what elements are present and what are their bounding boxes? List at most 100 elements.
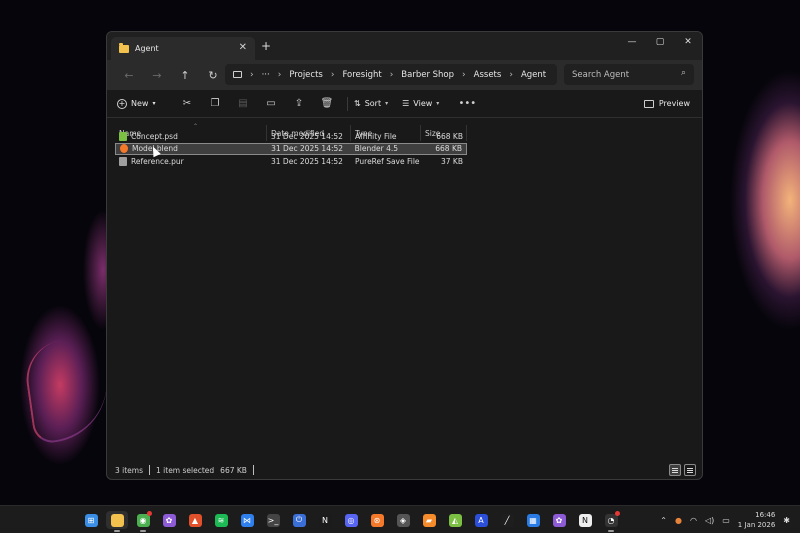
volume-icon[interactable]: ◁) [705, 516, 714, 525]
blender-glyph: ⊛ [370, 513, 384, 527]
new-button[interactable]: + New ▾ [117, 98, 173, 109]
tab-title: Agent [135, 44, 159, 53]
sort-caret-icon: ⌃ [193, 123, 199, 130]
search-input[interactable]: Search Agent ⌕ [564, 64, 694, 85]
battery-icon[interactable]: ▭ [722, 516, 730, 525]
system-tray: ⌃ ● ◠ ◁) ▭ 16:46 1 Jan 2026 ✱ [660, 510, 790, 530]
file-row[interactable]: Concept.psd 31 Dec 2025 14:52 Affinity F… [115, 130, 467, 142]
taskbar-start-icon[interactable]: ⊞ [80, 511, 102, 529]
tab-close-icon[interactable]: ✕ [239, 42, 247, 53]
file-list-area: ⌃ Name Date modified Type Size [107, 118, 702, 450]
breadcrumb-foresight[interactable]: Foresight [342, 70, 381, 80]
forward-button[interactable]: → [143, 69, 171, 82]
taskbar-power-app-icon[interactable]: ⏻ [288, 511, 310, 529]
folder-app-glyph: ▰ [422, 513, 436, 527]
taskbar-apps: ⊞ ◉ ✿ ▲ ≋ ⋈ >_ ⏻ N ◎ ⊛ ◈ ▰ ◭ A ╱ ▦ ✿ N ◔ [80, 511, 622, 532]
file-row[interactable]: Model.blend 31 Dec 2025 14:52 Blender 4.… [115, 142, 467, 155]
preview-pane-icon [643, 99, 654, 108]
taskbar-speedtest-icon[interactable]: ◔ [600, 511, 622, 532]
taskbar-discord-icon[interactable]: ◎ [340, 511, 362, 529]
more-options-icon[interactable]: ••• [453, 98, 481, 109]
view-button[interactable]: ☰ View ▾ [402, 99, 439, 108]
paste-icon[interactable]: ▤ [229, 98, 257, 109]
terminal-glyph: >_ [266, 513, 280, 527]
rename-icon[interactable]: ▭ [257, 98, 285, 109]
refresh-button[interactable]: ↻ [199, 69, 227, 82]
taskbar-app-a-icon[interactable]: A [470, 511, 492, 529]
taskbar-pen-tool-icon[interactable]: ╱ [496, 511, 518, 529]
taskbar-file-explorer-icon[interactable] [106, 511, 128, 532]
taskbar-ms-store-icon[interactable]: ▦ [522, 511, 544, 529]
file-date: 31 Dec 2025 14:52 [271, 144, 344, 153]
tab-agent[interactable]: Agent ✕ [111, 37, 255, 60]
breadcrumb-sep: › [330, 69, 335, 80]
minimize-button[interactable]: — [618, 32, 646, 52]
close-button[interactable]: ✕ [674, 32, 702, 52]
delete-icon[interactable]: 🗑 [313, 98, 341, 109]
taskbar-notion-icon[interactable]: N [574, 511, 596, 529]
computer-icon [233, 71, 242, 78]
file-size: 37 KB [441, 156, 463, 166]
file-type: Affinity File [355, 131, 397, 141]
taskbar-notion-like-icon[interactable]: N [314, 511, 336, 529]
preview-label: Preview [658, 99, 690, 108]
vscode-glyph: ⋈ [240, 513, 254, 527]
chevron-down-icon: ▾ [436, 100, 440, 107]
taskbar-davinci-icon[interactable]: ◈ [392, 511, 414, 529]
davinci-glyph: ◈ [396, 513, 410, 527]
search-placeholder: Search Agent [572, 69, 630, 80]
clock-time: 16:46 [755, 511, 776, 519]
taskbar-folder-app-icon[interactable]: ▰ [418, 511, 440, 529]
details-view-icon[interactable] [669, 464, 681, 476]
spotify-glyph: ≋ [214, 513, 228, 527]
taskbar-affinity-designer-icon[interactable]: ◭ [444, 511, 466, 529]
up-button[interactable]: ↑ [171, 69, 199, 82]
new-tab-button[interactable]: + [261, 39, 271, 53]
breadcrumb-barber-shop[interactable]: Barber Shop [401, 70, 454, 80]
taskbar-chrome-icon[interactable]: ◉ [132, 511, 154, 532]
preview-button[interactable]: Preview [643, 99, 690, 108]
clock[interactable]: 16:46 1 Jan 2026 [738, 510, 776, 530]
taskbar-terminal-icon[interactable]: >_ [262, 511, 284, 529]
taskbar-affinity-icon[interactable]: ✿ [158, 511, 180, 529]
app-orange-glyph: ▲ [188, 513, 202, 527]
breadcrumb-projects[interactable]: Projects [289, 70, 323, 80]
chevron-down-icon: ▾ [152, 100, 156, 107]
notion-like-glyph: N [318, 513, 332, 527]
running-indicator [114, 530, 120, 532]
breadcrumb-sep: › [509, 69, 513, 80]
wifi-icon[interactable]: ◠ [690, 516, 697, 525]
taskbar-blender-icon[interactable]: ⊛ [366, 511, 388, 529]
taskbar-vscode-icon[interactable]: ⋈ [236, 511, 258, 529]
microphone-icon[interactable]: ● [675, 516, 682, 525]
back-button[interactable]: ← [115, 69, 143, 82]
window-controls: — ▢ ✕ [618, 32, 702, 52]
view-icon: ☰ [402, 99, 410, 108]
file-row[interactable]: Reference.pur 31 Dec 2025 14:52 PureRef … [115, 155, 467, 167]
start-glyph: ⊞ [84, 513, 98, 527]
running-indicator [140, 530, 146, 532]
taskbar-affinity-photo-icon[interactable]: ✿ [548, 511, 570, 529]
toolbar-divider [347, 96, 348, 111]
cut-icon[interactable]: ✂ [173, 98, 201, 109]
view-toggles [669, 464, 696, 476]
search-icon: ⌕ [680, 68, 686, 78]
taskbar-spotify-icon[interactable]: ≋ [210, 511, 232, 529]
file-type: Blender 4.5 [354, 144, 399, 153]
pen-tool-glyph: ╱ [500, 513, 514, 527]
tray-chevron-icon[interactable]: ⌃ [660, 516, 667, 525]
maximize-button[interactable]: ▢ [646, 32, 674, 52]
taskbar-app-orange-icon[interactable]: ▲ [184, 511, 206, 529]
breadcrumb-assets[interactable]: Assets [474, 70, 502, 80]
taskbar: ⊞ ◉ ✿ ▲ ≋ ⋈ >_ ⏻ N ◎ ⊛ ◈ ▰ ◭ A ╱ ▦ ✿ N ◔ ⌃ ● ◠ ◁) ▭ 16:46 1… [0, 505, 800, 533]
share-icon[interactable]: ⇪ [285, 98, 313, 109]
breadcrumb-agent[interactable]: Agent [521, 70, 546, 80]
breadcrumb-overflow[interactable]: ··· [262, 70, 270, 80]
tiles-view-icon[interactable] [684, 464, 696, 476]
address-bar[interactable]: › ··· › Projects › Foresight › Barber Sh… [225, 64, 557, 85]
copy-icon[interactable]: ❐ [201, 98, 229, 109]
file-date: 31 Dec 2025 14:52 [271, 131, 343, 141]
notification-icon[interactable]: ✱ [783, 516, 790, 525]
breadcrumb-sep: › [277, 69, 282, 80]
sort-button[interactable]: ⇅ Sort ▾ [354, 99, 388, 108]
